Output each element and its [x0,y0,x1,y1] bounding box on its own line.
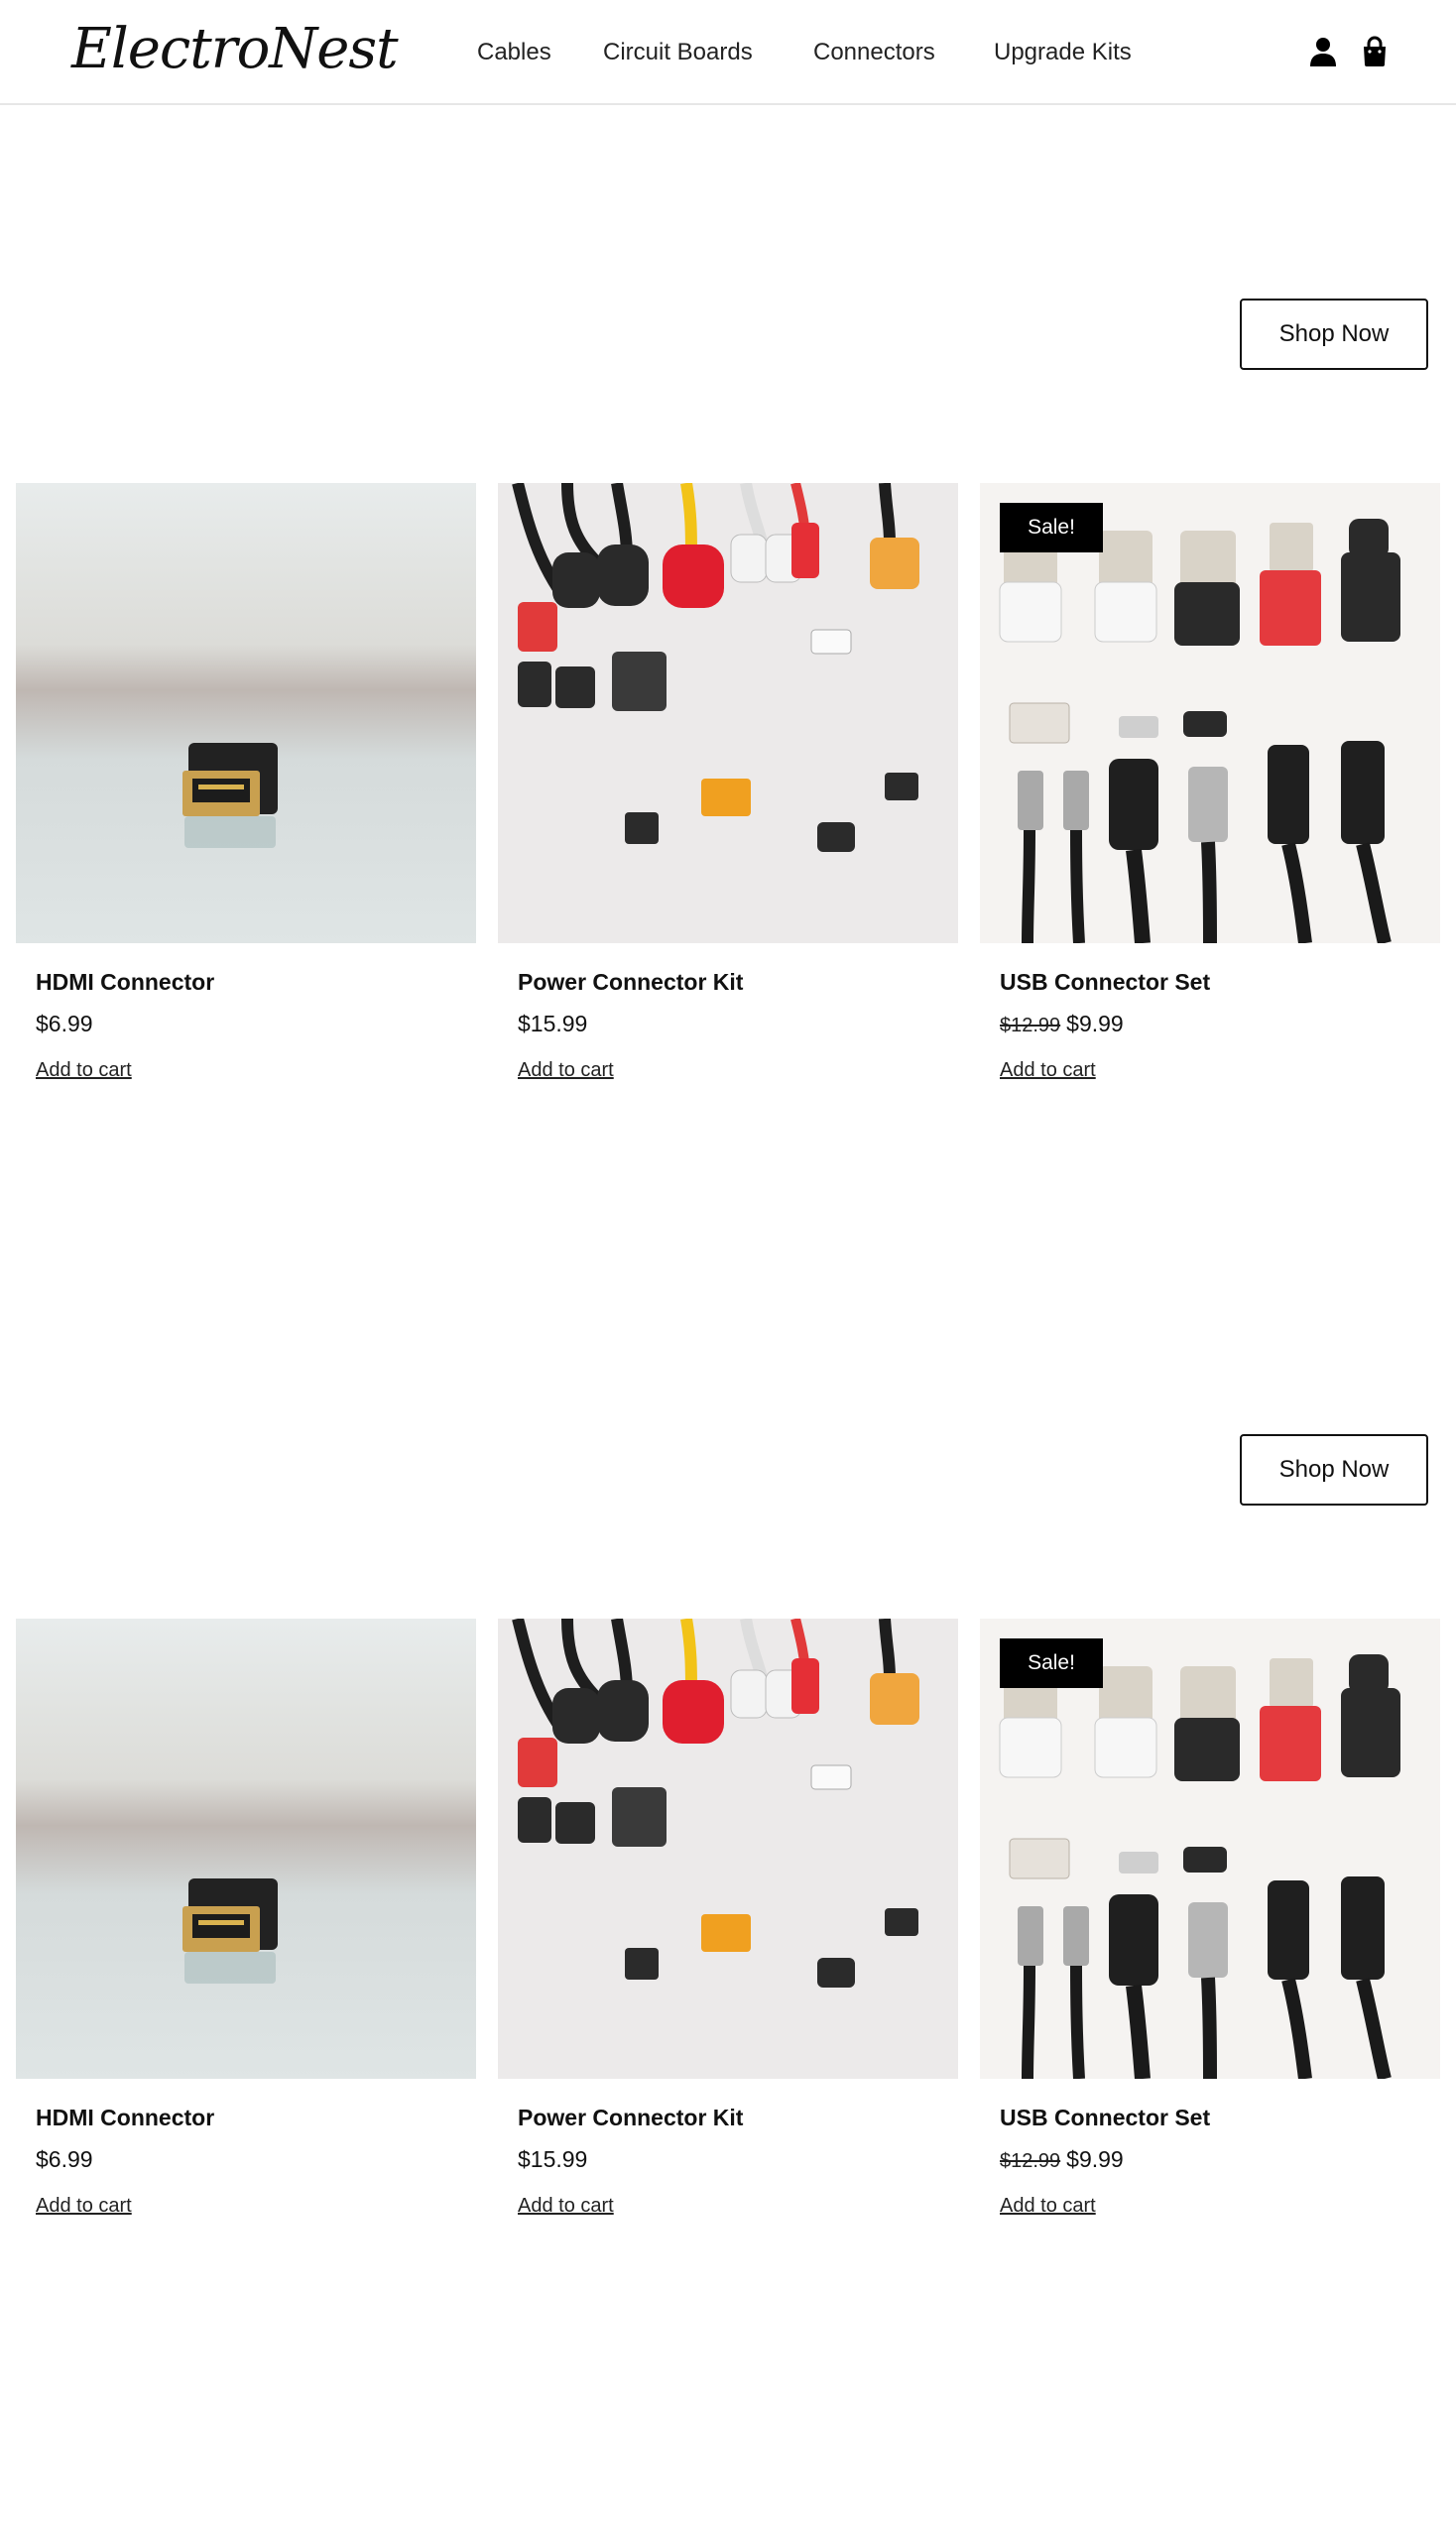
product-name[interactable]: HDMI Connector [36,969,214,996]
product-image-power-connector-kit[interactable] [498,1619,958,2079]
shop-now-button[interactable]: Shop Now [1240,299,1428,370]
nav-item-cables[interactable]: Cables [477,36,551,69]
product-name[interactable]: USB Connector Set [1000,969,1210,996]
current-price: $6.99 [36,2146,93,2172]
product-name[interactable]: Power Connector Kit [518,969,743,996]
product-card: Power Connector Kit $15.99 Add to cart [498,1619,958,2253]
add-to-cart-link[interactable]: Add to cart [36,2195,132,2218]
add-to-cart-link[interactable]: Add to cart [518,2195,614,2218]
current-price: $15.99 [518,1011,588,1036]
product-image-hdmi[interactable] [16,483,476,943]
shopping-bag-icon[interactable] [1359,36,1391,67]
main-nav: Cables Circuit Boards Connectors Upgrade… [0,36,1456,69]
add-to-cart-link[interactable]: Add to cart [1000,1059,1096,1082]
current-price: $9.99 [1066,2146,1124,2172]
person-icon[interactable] [1307,36,1339,67]
product-grid: HDMI Connector $6.99 Add to cart Power C… [0,483,1456,1138]
current-price: $15.99 [518,2146,588,2172]
product-name[interactable]: Power Connector Kit [518,2105,743,2131]
product-card: HDMI Connector $6.99 Add to cart [16,483,476,1118]
nav-item-circuit-boards[interactable]: Circuit Boards [603,36,753,69]
product-card: HDMI Connector $6.99 Add to cart [16,1619,476,2253]
original-price: $12.99 [1000,1015,1061,1036]
product-price: $12.99 $9.99 [1000,2146,1124,2173]
product-grid: HDMI Connector $6.99 Add to cart Power C… [0,1619,1456,2273]
product-image-usb-connector-set[interactable]: Sale! [980,483,1440,943]
product-image-usb-connector-set[interactable]: Sale! [980,1619,1440,2079]
nav-item-connectors[interactable]: Connectors [813,36,935,69]
add-to-cart-link[interactable]: Add to cart [1000,2195,1096,2218]
product-card: Power Connector Kit $15.99 Add to cart [498,483,958,1118]
sale-badge: Sale! [1000,503,1103,552]
sale-badge: Sale! [1000,1638,1103,1688]
product-price: $15.99 [518,1011,587,1037]
product-price: $6.99 [36,1011,93,1037]
current-price: $6.99 [36,1011,93,1036]
site-header: ElectroNest Cables Circuit Boards Connec… [0,0,1456,105]
original-price: $12.99 [1000,2150,1061,2172]
shop-now-button[interactable]: Shop Now [1240,1434,1428,1506]
add-to-cart-link[interactable]: Add to cart [518,1059,614,1082]
product-price: $15.99 [518,2146,587,2173]
add-to-cart-link[interactable]: Add to cart [36,1059,132,1082]
product-image-hdmi[interactable] [16,1619,476,2079]
current-price: $9.99 [1066,1011,1124,1036]
product-price: $12.99 $9.99 [1000,1011,1124,1037]
product-name[interactable]: USB Connector Set [1000,2105,1210,2131]
product-name[interactable]: HDMI Connector [36,2105,214,2131]
product-image-power-connector-kit[interactable] [498,483,958,943]
product-card: Sale! USB Connector Set $12.99 $9.99 Add … [980,483,1440,1118]
product-price: $6.99 [36,2146,93,2173]
product-card: Sale! USB Connector Set $12.99 $9.99 Add … [980,1619,1440,2253]
nav-item-upgrade-kits[interactable]: Upgrade Kits [994,36,1132,69]
